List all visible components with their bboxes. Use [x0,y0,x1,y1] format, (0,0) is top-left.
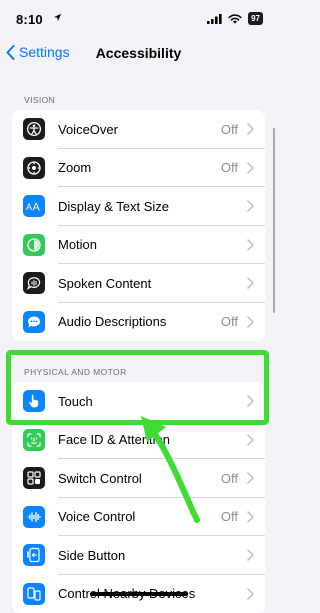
status-time: 8:10 [16,12,43,27]
switch-control-icon [23,467,45,489]
chevron-right-icon [247,162,254,174]
status-bar: 8:10 97 [0,0,277,38]
svg-text:A: A [33,202,41,214]
chevron-right-icon [247,549,254,561]
chevron-right-icon [247,316,254,328]
row-value: Off [221,160,238,175]
touch-icon [23,390,45,412]
svg-text:A: A [26,202,32,212]
chevron-right-icon [247,434,254,446]
chevron-right-icon [247,472,254,484]
row-value: Off [221,314,238,329]
page-title: Accessibility [0,45,277,61]
row-label: Motion [58,237,238,252]
row-label: Touch [58,394,238,409]
row-label: Display & Text Size [58,199,238,214]
chevron-right-icon [247,200,254,212]
row-display-text-size[interactable]: A A Display & Text Size [12,187,265,226]
vision-group: VoiceOver Off Zoom Off A A Display & Tex… [12,110,265,341]
cellular-signal-icon [207,14,222,24]
wifi-icon [228,14,242,24]
motion-icon [23,234,45,256]
physical-motor-group: Touch Face ID & Attention Switch Control… [12,382,265,613]
voiceover-icon [23,118,45,140]
row-motion[interactable]: Motion [12,226,265,265]
row-voice-control[interactable]: Voice Control Off [12,498,265,537]
spoken-content-icon [23,272,45,294]
zoom-icon [23,157,45,179]
status-indicators: 97 [207,12,263,25]
face-id-icon [23,429,45,451]
chevron-right-icon [247,588,254,600]
audio-descriptions-icon [23,311,45,333]
row-label: Zoom [58,160,221,175]
row-voiceover[interactable]: VoiceOver Off [12,110,265,149]
row-label: Face ID & Attention [58,432,238,447]
row-value: Off [221,122,238,137]
row-zoom[interactable]: Zoom Off [12,149,265,188]
row-label: Side Button [58,548,238,563]
chevron-right-icon [247,123,254,135]
row-touch[interactable]: Touch [12,382,265,421]
row-label: VoiceOver [58,122,221,137]
section-header-vision: VISION [24,95,55,105]
row-spoken-content[interactable]: Spoken Content [12,264,265,303]
home-indicator [90,592,188,596]
row-label: Spoken Content [58,276,238,291]
chevron-right-icon [247,395,254,407]
row-audio-descriptions[interactable]: Audio Descriptions Off [12,303,265,342]
chevron-right-icon [247,511,254,523]
side-button-icon [23,544,45,566]
row-label: Switch Control [58,471,221,486]
row-side-button[interactable]: Side Button [12,536,265,575]
scroll-indicator [273,128,275,313]
location-arrow-icon [53,13,62,22]
row-face-id-attention[interactable]: Face ID & Attention [12,421,265,460]
row-label: Audio Descriptions [58,314,221,329]
navigation-bar: Settings Accessibility [0,38,277,70]
row-value: Off [221,471,238,486]
section-header-physical-and-motor: PHYSICAL AND MOTOR [24,367,127,377]
voice-control-icon [23,506,45,528]
text-size-icon: A A [23,195,45,217]
chevron-right-icon [247,277,254,289]
row-value: Off [221,509,238,524]
battery-indicator: 97 [248,12,263,25]
chevron-right-icon [247,239,254,251]
nearby-devices-icon [23,583,45,605]
row-switch-control[interactable]: Switch Control Off [12,459,265,498]
row-label: Voice Control [58,509,221,524]
